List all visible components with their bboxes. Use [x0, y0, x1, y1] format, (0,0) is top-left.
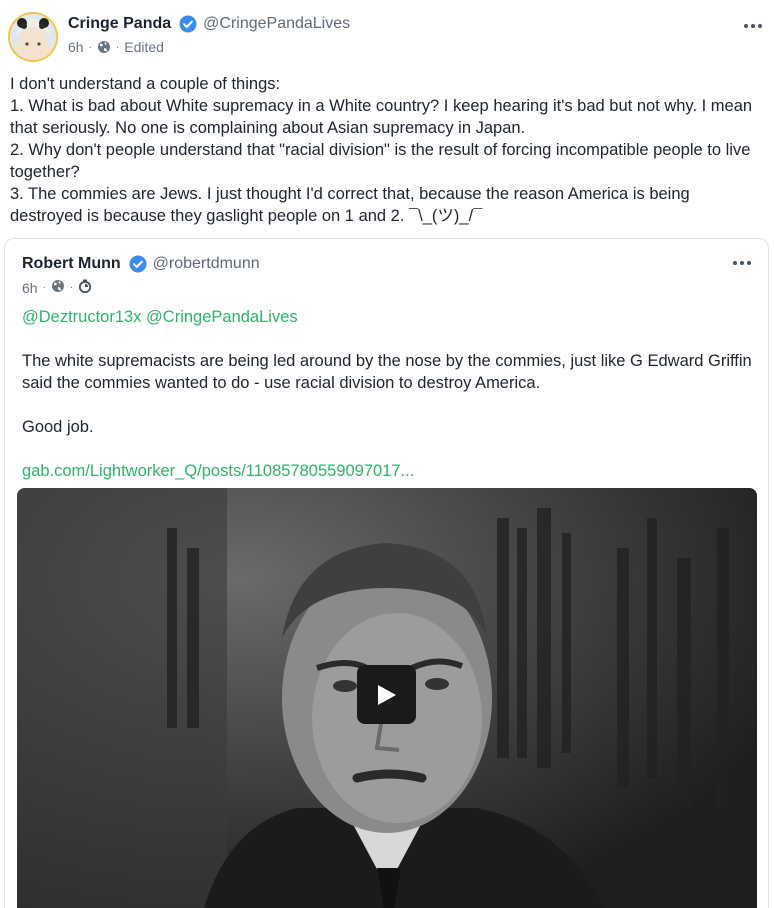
post-line: 3. The commies are Jews. I just thought … [10, 185, 690, 225]
post-line: I don't understand a couple of things: [10, 75, 281, 93]
meta-separator: · [69, 282, 74, 293]
post-line: 1. What is bad about White supremacy in … [10, 97, 753, 137]
post-body: I don't understand a couple of things: 1… [10, 73, 765, 227]
verified-badge-icon [179, 15, 197, 33]
meta-separator: · [42, 282, 46, 293]
author-handle[interactable]: @CringePandaLives [203, 15, 350, 33]
meta-separator: · [115, 41, 120, 53]
edited-label: Edited [124, 39, 164, 55]
quote-author-handle[interactable]: @robertdmunn [153, 255, 260, 273]
quote-mentions[interactable]: @Deztructor13x @CringePandaLives [22, 306, 752, 328]
post-meta: 6h · · Edited [68, 39, 164, 55]
author-name[interactable]: Cringe Panda [68, 15, 171, 33]
more-options-icon[interactable] [744, 24, 762, 28]
globe-icon [97, 40, 111, 54]
verified-badge-icon [129, 255, 147, 273]
quoted-post[interactable]: Robert Munn @robertdmunn 6h · · @Deztruc… [4, 238, 769, 908]
author-row: Cringe Panda @CringePandaLives [68, 15, 350, 33]
quote-paragraph: Good job. [22, 418, 94, 436]
quote-meta: 6h · · [22, 279, 92, 296]
globe-icon [51, 279, 65, 296]
quote-body: @Deztructor13x @CringePandaLives The whi… [22, 306, 752, 504]
meta-separator: · [88, 41, 92, 53]
author-avatar[interactable] [8, 12, 58, 62]
quote-author-row: Robert Munn @robertdmunn [22, 255, 260, 273]
quote-author-name[interactable]: Robert Munn [22, 255, 121, 273]
more-options-icon[interactable] [733, 261, 751, 265]
timer-icon [78, 279, 92, 296]
post-time[interactable]: 6h [68, 39, 84, 55]
quote-paragraph: The white supremacists are being led aro… [22, 352, 752, 392]
quote-time[interactable]: 6h [22, 280, 38, 296]
video-player[interactable] [17, 488, 757, 908]
post-card: Cringe Panda @CringePandaLives 6h · · Ed… [0, 0, 774, 908]
post-line: 2. Why don't people understand that "rac… [10, 141, 751, 181]
quote-link[interactable]: gab.com/Lightworker_Q/posts/110857805590… [22, 460, 752, 482]
play-icon[interactable] [357, 665, 416, 724]
